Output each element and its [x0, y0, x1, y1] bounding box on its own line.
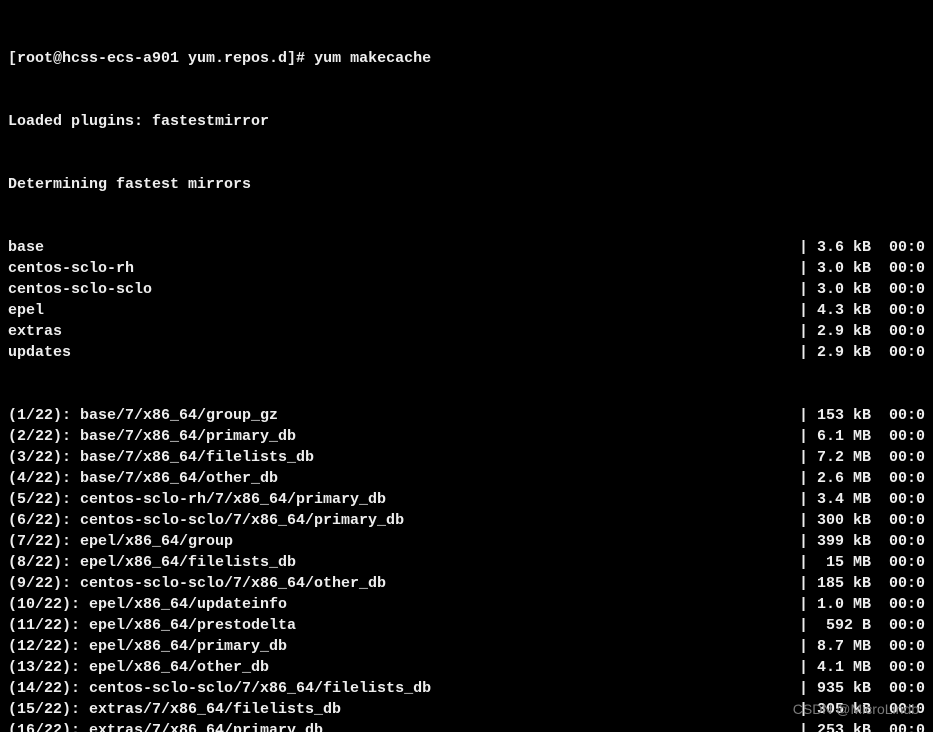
- download-size-time: | 1.0 MB 00:0: [775, 594, 925, 615]
- download-row: (10/22): epel/x86_64/updateinfo | 1.0 MB …: [8, 594, 925, 615]
- download-size-time: | 2.6 MB 00:0: [775, 468, 925, 489]
- download-path: (5/22): centos-sclo-rh/7/x86_64/primary_…: [8, 489, 386, 510]
- plugins-line: Loaded plugins: fastestmirror: [8, 111, 925, 132]
- download-row: (6/22): centos-sclo-sclo/7/x86_64/primar…: [8, 510, 925, 531]
- terminal-output[interactable]: [root@hcss-ecs-a901 yum.repos.d]# yum ma…: [0, 0, 933, 732]
- download-path: (15/22): extras/7/x86_64/filelists_db: [8, 699, 341, 720]
- download-size-time: | 253 kB 00:0: [775, 720, 925, 732]
- download-row: (15/22): extras/7/x86_64/filelists_db| 3…: [8, 699, 925, 720]
- download-size-time: | 399 kB 00:0: [775, 531, 925, 552]
- download-size-time: | 185 kB 00:0: [775, 573, 925, 594]
- repo-size-time: | 2.9 kB 00:0: [775, 342, 925, 363]
- download-size-time: | 3.4 MB 00:0: [775, 489, 925, 510]
- download-row: (9/22): centos-sclo-sclo/7/x86_64/other_…: [8, 573, 925, 594]
- repo-row: base | 3.6 kB 00:0: [8, 237, 925, 258]
- download-row: (14/22): centos-sclo-sclo/7/x86_64/filel…: [8, 678, 925, 699]
- download-size-time: | 300 kB 00:0: [775, 510, 925, 531]
- prompt-line-1: [root@hcss-ecs-a901 yum.repos.d]# yum ma…: [8, 48, 925, 69]
- download-path: (11/22): epel/x86_64/prestodelta: [8, 615, 296, 636]
- download-size-time: | 153 kB 00:0: [775, 405, 925, 426]
- repo-row: extras | 2.9 kB 00:0: [8, 321, 925, 342]
- download-row: (1/22): base/7/x86_64/group_gz | 153 kB 0…: [8, 405, 925, 426]
- repo-row: centos-sclo-sclo | 3.0 kB 00:0: [8, 279, 925, 300]
- download-path: (9/22): centos-sclo-sclo/7/x86_64/other_…: [8, 573, 386, 594]
- download-row: (7/22): epel/x86_64/group | 399 kB 00:0: [8, 531, 925, 552]
- repo-size-time: | 3.0 kB 00:0: [775, 279, 925, 300]
- repo-size-time: | 2.9 kB 00:0: [775, 321, 925, 342]
- repo-name: centos-sclo-sclo: [8, 279, 152, 300]
- repo-name: base: [8, 237, 44, 258]
- repo-name: epel: [8, 300, 44, 321]
- download-size-time: | 935 kB 00:0: [775, 678, 925, 699]
- download-size-time: | 592 B 00:0: [775, 615, 925, 636]
- download-path: (10/22): epel/x86_64/updateinfo: [8, 594, 287, 615]
- download-path: (8/22): epel/x86_64/filelists_db: [8, 552, 296, 573]
- repo-row: updates | 2.9 kB 00:0: [8, 342, 925, 363]
- download-row: (8/22): epel/x86_64/filelists_db | 15 MB …: [8, 552, 925, 573]
- download-size-time: | 4.1 MB 00:0: [775, 657, 925, 678]
- shell-command: yum makecache: [314, 50, 431, 67]
- download-size-time: | 15 MB 00:0: [775, 552, 925, 573]
- download-row: (3/22): base/7/x86_64/filelists_db | 7.2 …: [8, 447, 925, 468]
- repo-row: epel | 4.3 kB 00:0: [8, 300, 925, 321]
- download-size-time: | 8.7 MB 00:0: [775, 636, 925, 657]
- download-path: (2/22): base/7/x86_64/primary_db: [8, 426, 296, 447]
- download-path: (1/22): base/7/x86_64/group_gz: [8, 405, 278, 426]
- download-row: (5/22): centos-sclo-rh/7/x86_64/primary_…: [8, 489, 925, 510]
- repo-size-time: | 4.3 kB 00:0: [775, 300, 925, 321]
- download-row: (13/22): epel/x86_64/other_db | 4.1 MB 00…: [8, 657, 925, 678]
- repo-row: centos-sclo-rh | 3.0 kB 00:0: [8, 258, 925, 279]
- determining-line: Determining fastest mirrors: [8, 174, 925, 195]
- repo-size-time: | 3.0 kB 00:0: [775, 258, 925, 279]
- repo-size-time: | 3.6 kB 00:0: [775, 237, 925, 258]
- download-row: (11/22): epel/x86_64/prestodelta | 592 B …: [8, 615, 925, 636]
- download-path: (7/22): epel/x86_64/group: [8, 531, 233, 552]
- download-row: (2/22): base/7/x86_64/primary_db | 6.1 MB…: [8, 426, 925, 447]
- download-size-time: | 7.2 MB 00:0: [775, 447, 925, 468]
- download-path: (4/22): base/7/x86_64/other_db: [8, 468, 278, 489]
- download-path: (12/22): epel/x86_64/primary_db: [8, 636, 287, 657]
- repo-name: updates: [8, 342, 71, 363]
- download-path: (13/22): epel/x86_64/other_db: [8, 657, 269, 678]
- download-path: (16/22): extras/7/x86_64/primary_db: [8, 720, 323, 732]
- download-row: (4/22): base/7/x86_64/other_db | 2.6 MB 0…: [8, 468, 925, 489]
- repo-name: centos-sclo-rh: [8, 258, 134, 279]
- download-row: (12/22): epel/x86_64/primary_db | 8.7 MB …: [8, 636, 925, 657]
- download-size-time: | 6.1 MB 00:0: [775, 426, 925, 447]
- shell-prompt: [root@hcss-ecs-a901 yum.repos.d]#: [8, 50, 314, 67]
- download-path: (3/22): base/7/x86_64/filelists_db: [8, 447, 314, 468]
- watermark: CSDN @MicroLindb: [793, 700, 919, 720]
- download-path: (6/22): centos-sclo-sclo/7/x86_64/primar…: [8, 510, 404, 531]
- download-row: (16/22): extras/7/x86_64/primary_db | 253…: [8, 720, 925, 732]
- repo-name: extras: [8, 321, 62, 342]
- download-path: (14/22): centos-sclo-sclo/7/x86_64/filel…: [8, 678, 431, 699]
